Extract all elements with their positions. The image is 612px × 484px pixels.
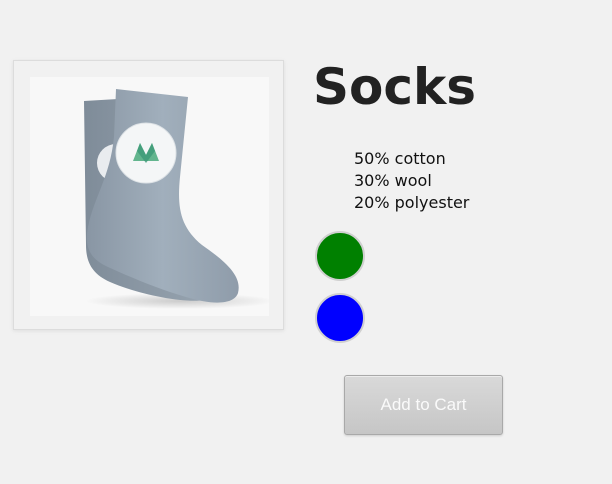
material-list: 50% cotton 30% wool 20% polyester [354, 148, 469, 214]
product-page: Socks 50% cotton 30% wool 20% polyester … [0, 0, 612, 484]
product-image-frame [13, 60, 284, 330]
material-item: 50% cotton [354, 149, 446, 168]
product-title: Socks [313, 58, 477, 116]
material-item: 30% wool [354, 171, 432, 190]
add-to-cart-button[interactable]: Add to Cart [344, 375, 503, 435]
color-swatch-green[interactable] [315, 231, 365, 281]
color-swatch-blue[interactable] [315, 293, 365, 343]
material-item: 20% polyester [354, 193, 470, 212]
socks-product-image [30, 77, 269, 316]
